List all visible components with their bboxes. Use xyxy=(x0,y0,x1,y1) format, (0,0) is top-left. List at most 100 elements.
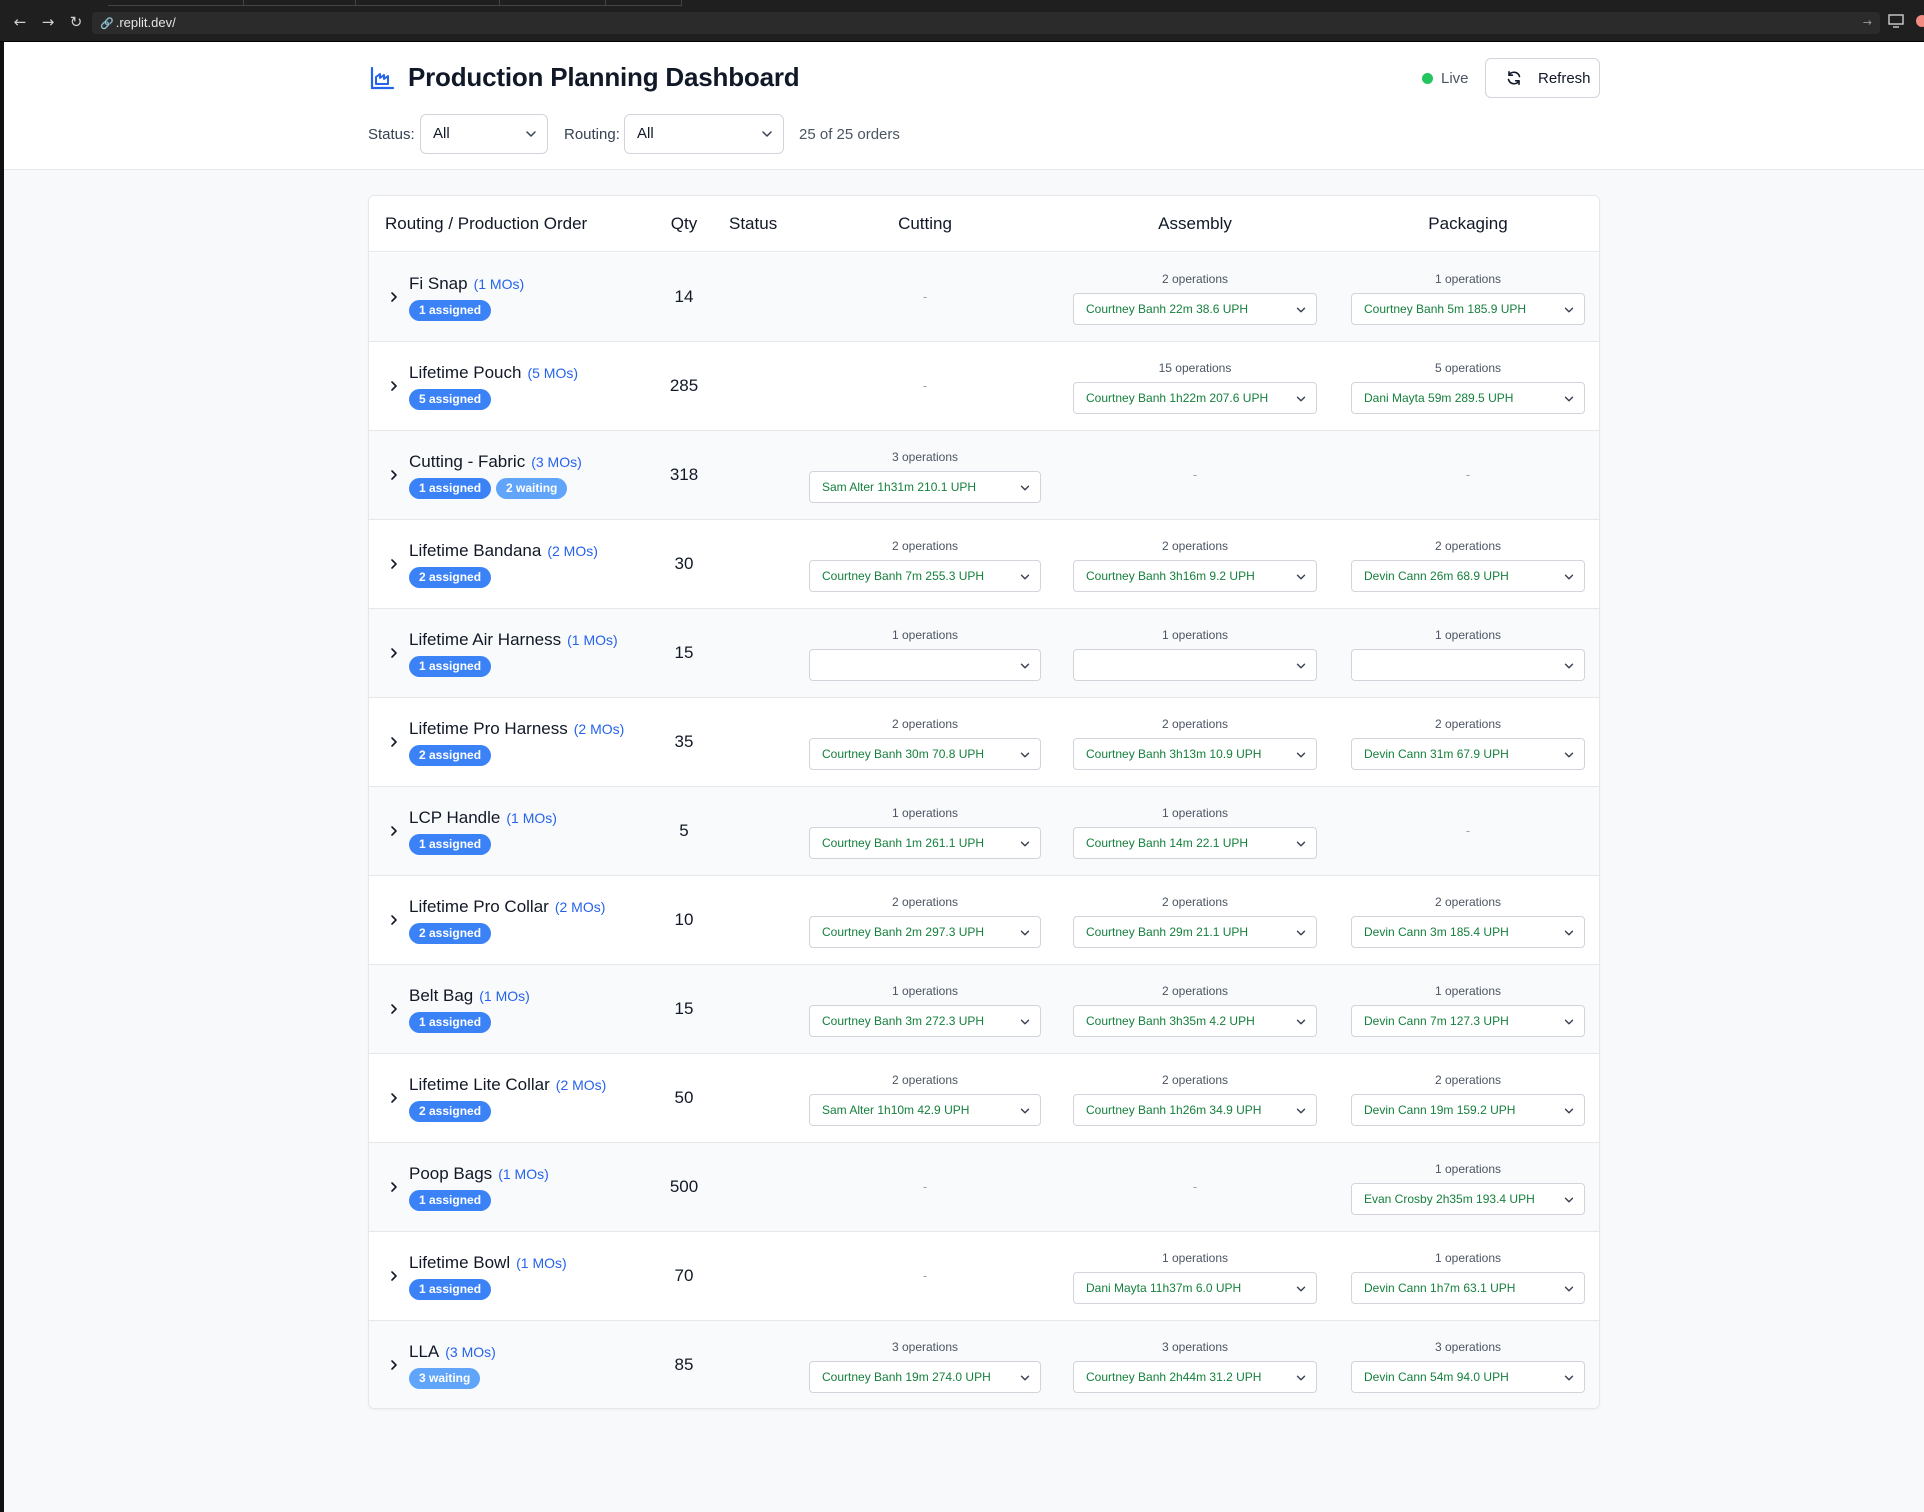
packaging-assignee-select[interactable]: Courtney Banh 5m 185.9 UPH xyxy=(1351,293,1585,325)
cutting-assignee-select[interactable]: Courtney Banh 1m 261.1 UPH xyxy=(809,827,1041,859)
reload-icon[interactable]: ↻ xyxy=(67,13,85,31)
chevron-right-icon[interactable] xyxy=(388,1002,400,1016)
assignee-value: Courtney Banh 30m 70.8 UPH xyxy=(822,747,985,761)
refresh-button[interactable]: Refresh xyxy=(1485,58,1600,98)
status-filter-label: Status: xyxy=(368,126,415,143)
mo-count-link[interactable]: (5 MOs) xyxy=(527,365,578,381)
table-row[interactable]: Cutting - Fabric (3 MOs) 1 assigned 2 waiti… xyxy=(369,431,1599,520)
status-badges: 2 assigned xyxy=(409,567,492,588)
assignee-value: Sam Alter 1h10m 42.9 UPH xyxy=(822,1103,970,1117)
assignee-value: Courtney Banh 1h22m 207.6 UPH xyxy=(1086,391,1269,405)
assembly-assignee-select[interactable]: Courtney Banh 1h22m 207.6 UPH xyxy=(1073,382,1317,414)
assembly-assignee-select[interactable]: Courtney Banh 3h35m 4.2 UPH xyxy=(1073,1005,1317,1037)
column-header-packaging[interactable]: Packaging xyxy=(1351,214,1585,234)
mo-count-link[interactable]: (1 MOs) xyxy=(479,988,530,1004)
mo-count-link[interactable]: (2 MOs) xyxy=(556,1077,607,1093)
table-row[interactable]: Lifetime Pouch (5 MOs) 5 assigned 285 - 15 op… xyxy=(369,342,1599,431)
chevron-right-icon[interactable] xyxy=(388,1269,400,1283)
cutting-assignee-select[interactable]: Courtney Banh 3m 272.3 UPH xyxy=(809,1005,1041,1037)
cutting-assignee-select[interactable]: Sam Alter 1h10m 42.9 UPH xyxy=(809,1094,1041,1126)
assembly-assignee-select[interactable]: Courtney Banh 3h16m 9.2 UPH xyxy=(1073,560,1317,592)
qty-cell: 5 xyxy=(679,821,689,840)
mo-count-link[interactable]: (1 MOs) xyxy=(567,632,618,648)
mo-count-link[interactable]: (1 MOs) xyxy=(474,276,525,292)
packaging-assignee-select[interactable] xyxy=(1351,649,1585,681)
assembly-assignee-select[interactable]: Courtney Banh 3h13m 10.9 UPH xyxy=(1073,738,1317,770)
chevron-right-icon[interactable] xyxy=(388,557,400,571)
back-arrow-icon[interactable]: ← xyxy=(11,13,29,31)
mo-count-link[interactable]: (2 MOs) xyxy=(547,543,598,559)
cutting-assignee-select[interactable]: Courtney Banh 19m 274.0 UPH xyxy=(809,1361,1041,1393)
dashboard-header: Production Planning Dashboard Live Refre… xyxy=(4,42,1924,170)
chevron-right-icon[interactable] xyxy=(388,468,400,482)
table-row[interactable]: Poop Bags (1 MOs) 1 assigned 500 - - 1 operati… xyxy=(369,1143,1599,1232)
chevron-right-icon[interactable] xyxy=(388,735,400,749)
operations-count: 2 operations xyxy=(1434,539,1502,553)
cutting-assignee-select[interactable]: Courtney Banh 7m 255.3 UPH xyxy=(809,560,1041,592)
packaging-assignee-select[interactable]: Devin Cann 54m 94.0 UPH xyxy=(1351,1361,1585,1393)
packaging-assignee-select[interactable]: Devin Cann 1h7m 63.1 UPH xyxy=(1351,1272,1585,1304)
mo-count-link[interactable]: (1 MOs) xyxy=(498,1166,549,1182)
table-row[interactable]: Fi Snap (1 MOs) 1 assigned 14 - 2 operations C… xyxy=(369,253,1599,342)
status-badges: 1 assigned xyxy=(409,656,492,677)
routing-filter-select[interactable]: All xyxy=(624,114,784,154)
table-row[interactable]: Lifetime Bowl (1 MOs) 1 assigned 70 - 1 opera… xyxy=(369,1232,1599,1321)
packaging-assignee-select[interactable]: Devin Cann 7m 127.3 UPH xyxy=(1351,1005,1585,1037)
forward-arrow-icon[interactable]: → xyxy=(39,13,57,31)
column-header-qty[interactable]: Qty xyxy=(649,214,719,234)
packaging-assignee-select[interactable]: Devin Cann 3m 185.4 UPH xyxy=(1351,916,1585,948)
cutting-assignee-select[interactable]: Courtney Banh 30m 70.8 UPH xyxy=(809,738,1041,770)
packaging-assignee-select[interactable]: Evan Crosby 2h35m 193.4 UPH xyxy=(1351,1183,1585,1215)
table-row[interactable]: Lifetime Bandana (2 MOs) 2 assigned 30 2 ope… xyxy=(369,520,1599,609)
packaging-assignee-select[interactable]: Devin Cann 31m 67.9 UPH xyxy=(1351,738,1585,770)
status-filter-select[interactable]: All xyxy=(420,114,548,154)
table-row[interactable]: LCP Handle (1 MOs) 1 assigned 5 1 operations… xyxy=(369,787,1599,876)
column-header-status[interactable]: Status xyxy=(729,214,777,234)
mo-count-link[interactable]: (3 MOs) xyxy=(445,1344,496,1360)
chevron-right-icon[interactable] xyxy=(388,290,400,304)
assembly-assignee-select[interactable]: Courtney Banh 2h44m 31.2 UPH xyxy=(1073,1361,1317,1393)
packaging-assignee-select[interactable]: Dani Mayta 59m 289.5 UPH xyxy=(1351,382,1585,414)
assembly-cell: 2 operations Courtney Banh 3h13m 10.9 UPH xyxy=(1073,698,1317,787)
assembly-assignee-select[interactable]: Courtney Banh 29m 21.1 UPH xyxy=(1073,916,1317,948)
table-row[interactable]: Lifetime Pro Harness (2 MOs) 2 assigned 35 2… xyxy=(369,698,1599,787)
routing-filter-label: Routing: xyxy=(564,126,620,143)
column-header-cutting[interactable]: Cutting xyxy=(809,214,1041,234)
table-row[interactable]: LLA (3 MOs) 3 waiting 85 3 operations Courtne… xyxy=(369,1321,1599,1408)
cutting-assignee-select[interactable]: Courtney Banh 2m 297.3 UPH xyxy=(809,916,1041,948)
chevron-right-icon[interactable] xyxy=(388,646,400,660)
column-header-assembly[interactable]: Assembly xyxy=(1073,214,1317,234)
table-row[interactable]: Lifetime Pro Collar (2 MOs) 2 assigned 10 2 … xyxy=(369,876,1599,965)
assembly-assignee-select[interactable]: Courtney Banh 1h26m 34.9 UPH xyxy=(1073,1094,1317,1126)
cutting-assignee-select[interactable]: Sam Alter 1h31m 210.1 UPH xyxy=(809,471,1041,503)
assembly-assignee-select[interactable] xyxy=(1073,649,1317,681)
screen-icon[interactable] xyxy=(1888,14,1904,28)
qty-cell: 85 xyxy=(674,1355,694,1374)
chevron-right-icon[interactable] xyxy=(388,824,400,838)
column-header-routing[interactable]: Routing / Production Order xyxy=(385,214,587,234)
table-row[interactable]: Lifetime Lite Collar (2 MOs) 2 assigned 50 2… xyxy=(369,1054,1599,1143)
chevron-right-icon[interactable] xyxy=(388,379,400,393)
assembly-assignee-select[interactable]: Dani Mayta 11h37m 6.0 UPH xyxy=(1073,1272,1317,1304)
mo-count-link[interactable]: (3 MOs) xyxy=(531,454,582,470)
chevron-right-icon[interactable] xyxy=(388,1091,400,1105)
assembly-assignee-select[interactable]: Courtney Banh 22m 38.6 UPH xyxy=(1073,293,1317,325)
operations-count: 2 operations xyxy=(1161,1073,1229,1087)
mo-count-link[interactable]: (1 MOs) xyxy=(506,810,557,826)
address-bar[interactable]: 🔗 .replit.dev/ → xyxy=(92,12,1880,34)
cutting-assignee-select[interactable] xyxy=(809,649,1041,681)
mo-count-link[interactable]: (2 MOs) xyxy=(574,721,625,737)
chevron-down-icon xyxy=(1296,752,1306,758)
chevron-right-icon[interactable] xyxy=(388,913,400,927)
chevron-right-icon[interactable] xyxy=(388,1180,400,1194)
assembly-assignee-select[interactable]: Courtney Banh 14m 22.1 UPH xyxy=(1073,827,1317,859)
mo-count-link[interactable]: (2 MOs) xyxy=(555,899,606,915)
packaging-assignee-select[interactable]: Devin Cann 26m 68.9 UPH xyxy=(1351,560,1585,592)
chevron-right-icon[interactable] xyxy=(388,1358,400,1372)
packaging-assignee-select[interactable]: Devin Cann 19m 159.2 UPH xyxy=(1351,1094,1585,1126)
table-row[interactable]: Lifetime Air Harness (1 MOs) 1 assigned 15 1… xyxy=(369,609,1599,698)
profile-icon[interactable] xyxy=(1912,14,1924,28)
go-arrow-icon[interactable]: → xyxy=(1863,12,1872,34)
mo-count-link[interactable]: (1 MOs) xyxy=(516,1255,567,1271)
table-row[interactable]: Belt Bag (1 MOs) 1 assigned 15 1 operations C… xyxy=(369,965,1599,1054)
